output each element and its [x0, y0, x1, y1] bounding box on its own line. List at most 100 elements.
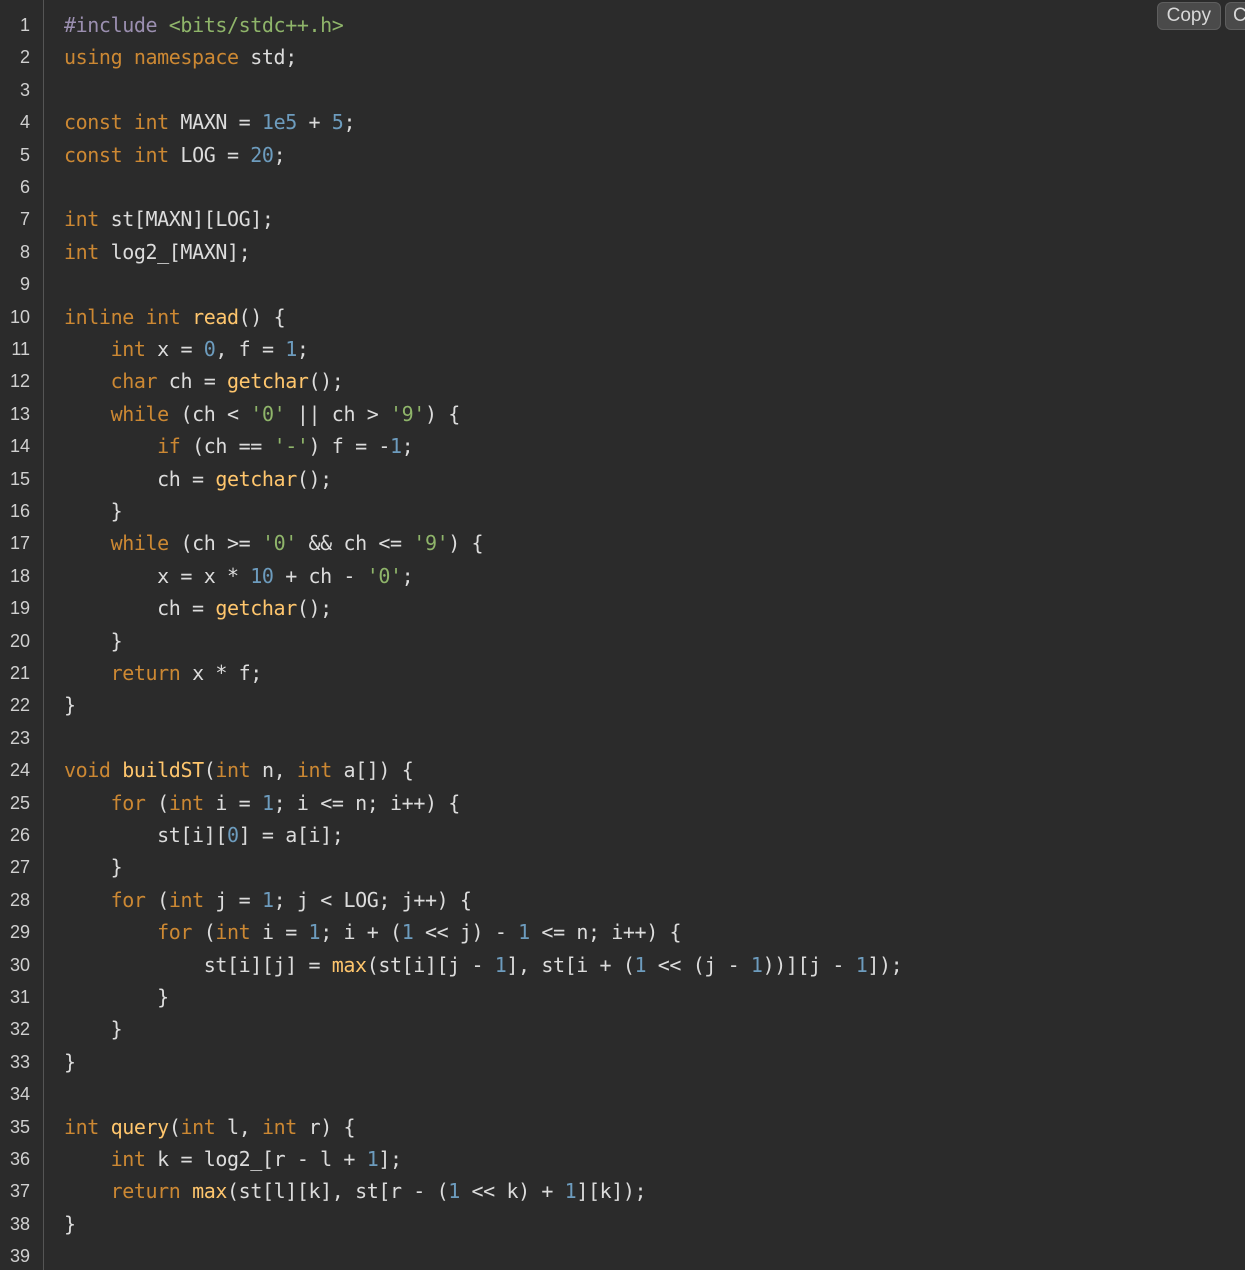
code-token: , f = — [215, 337, 286, 361]
code-token: '-' — [273, 434, 309, 459]
line-number: 35 — [9, 1116, 30, 1137]
code-line-text: int x = 0, f = 1; — [64, 333, 309, 365]
line-number: 29 — [9, 922, 30, 943]
code-token: char — [110, 369, 158, 394]
code-token: return — [110, 661, 181, 685]
code-token: <bits/stdc++.h> — [168, 13, 344, 37]
code-token: int — [64, 1114, 99, 1139]
code-token: (ch < — [168, 401, 251, 426]
line-number: 9 — [19, 274, 30, 295]
code-line-text: #include <bits/stdc++.h> — [64, 9, 344, 41]
line-number: 8 — [19, 241, 30, 262]
line-number: 19 — [9, 598, 30, 619]
code-token: 1 — [285, 337, 297, 361]
code-token: 0 — [203, 337, 216, 361]
code-line: } — [44, 851, 1245, 883]
code-token: 1 — [750, 952, 763, 977]
line-number: 39 — [9, 1246, 30, 1267]
collapse-button[interactable]: C — [1225, 2, 1245, 30]
code-line: int k = log2_[r - l + 1]; — [44, 1143, 1245, 1175]
code-line: if (ch == '-') f = -1; — [44, 430, 1245, 462]
code-token: << k) + — [459, 1179, 565, 1204]
code-token: ch = — [157, 369, 228, 394]
code-line-text: int k = log2_[r - l + 1]; — [64, 1143, 402, 1175]
code-line-text: ch = getchar(); — [64, 463, 332, 495]
code-line-text: } — [64, 1208, 76, 1240]
code-token: while — [110, 531, 170, 556]
line-number: 12 — [9, 371, 30, 392]
code-token: ; — [343, 110, 356, 135]
code-line-text: for (int i = 1; i <= n; i++) { — [64, 787, 461, 819]
line-number: 3 — [19, 79, 30, 100]
code-line-text: void buildST(int n, int a[]) { — [64, 754, 414, 786]
code-token: int — [215, 758, 251, 783]
code-token: k = log2_[r - l + — [145, 1147, 367, 1171]
line-number: 14 — [9, 436, 30, 457]
code-token: ch = — [64, 596, 216, 621]
line-number: 2 — [19, 47, 30, 68]
line-number: 30 — [9, 954, 30, 975]
code-line-text: while (ch < '0' || ch > '9') { — [64, 398, 461, 430]
code-token: int — [261, 1114, 297, 1139]
code-token: ]; — [378, 1147, 402, 1171]
code-token: 1 — [308, 920, 321, 945]
code-token: max — [331, 952, 367, 977]
code-line: int x = 0, f = 1; — [44, 333, 1245, 365]
code-token: ) { — [424, 401, 460, 426]
code-token: int — [64, 239, 99, 264]
code-token: ( — [192, 920, 216, 945]
code-editor[interactable]: 1 2 3 4 5 6 7 8 9 10 11 12 13 14 15 16 17 18 19 20 21 22 23 24 2… — [0, 0, 1245, 1270]
code-token: 20 — [250, 142, 274, 167]
code-token: && ch <= — [296, 531, 414, 556]
code-line-text: using namespace std; — [64, 41, 297, 73]
copy-button[interactable]: Copy — [1156, 2, 1221, 30]
code-token: MAXN = — [168, 110, 262, 135]
code-token: '0' — [250, 401, 286, 426]
code-token: while — [110, 401, 170, 426]
code-token: } — [64, 1211, 76, 1236]
code-token: ( — [203, 758, 216, 783]
code-token: 1 — [564, 1179, 577, 1204]
code-token: ; — [401, 563, 414, 588]
code-token: int — [168, 887, 204, 912]
code-token: 1e5 — [261, 110, 297, 135]
code-line: const int LOG = 20; — [44, 139, 1245, 171]
code-line: while (ch >= '0' && ch <= '9') { — [44, 527, 1245, 559]
code-area[interactable]: #include <bits/stdc++.h> using namespace … — [44, 0, 1245, 1270]
code-line: inline int read() { — [44, 301, 1245, 333]
code-token: getchar — [227, 369, 309, 394]
code-token: int — [215, 920, 251, 945]
code-token: 10 — [250, 563, 274, 588]
code-token: int — [296, 758, 332, 783]
code-line: int query(int l, int r) { — [44, 1111, 1245, 1143]
code-token: 5 — [331, 110, 344, 135]
code-line: return max(st[l][k], st[r - (1 << k) + 1… — [44, 1175, 1245, 1207]
code-line: st[i][j] = max(st[i][j - 1], st[i + (1 <… — [44, 949, 1245, 981]
code-line: for (int j = 1; j < LOG; j++) { — [44, 884, 1245, 916]
line-number: 18 — [9, 565, 30, 586]
code-token: inline int — [64, 304, 181, 329]
code-line: char ch = getchar(); — [44, 365, 1245, 397]
code-line-text: } — [64, 1046, 76, 1078]
code-token: 1 — [390, 434, 402, 459]
code-line: } — [44, 1046, 1245, 1078]
line-number: 11 — [11, 339, 30, 359]
code-token: std; — [238, 45, 297, 70]
line-number: 22 — [9, 695, 30, 716]
code-line: } — [44, 689, 1245, 721]
code-token: ]); — [867, 952, 903, 977]
code-token: int — [110, 337, 146, 361]
code-token: } — [64, 855, 123, 880]
code-token: 0 — [226, 823, 239, 847]
line-number: 36 — [9, 1149, 30, 1169]
line-number: 20 — [9, 630, 30, 651]
code-line-text: return max(st[l][k], st[r - (1 << k) + 1… — [64, 1175, 647, 1207]
code-line-text: x = x * 10 + ch - '0'; — [64, 560, 414, 592]
